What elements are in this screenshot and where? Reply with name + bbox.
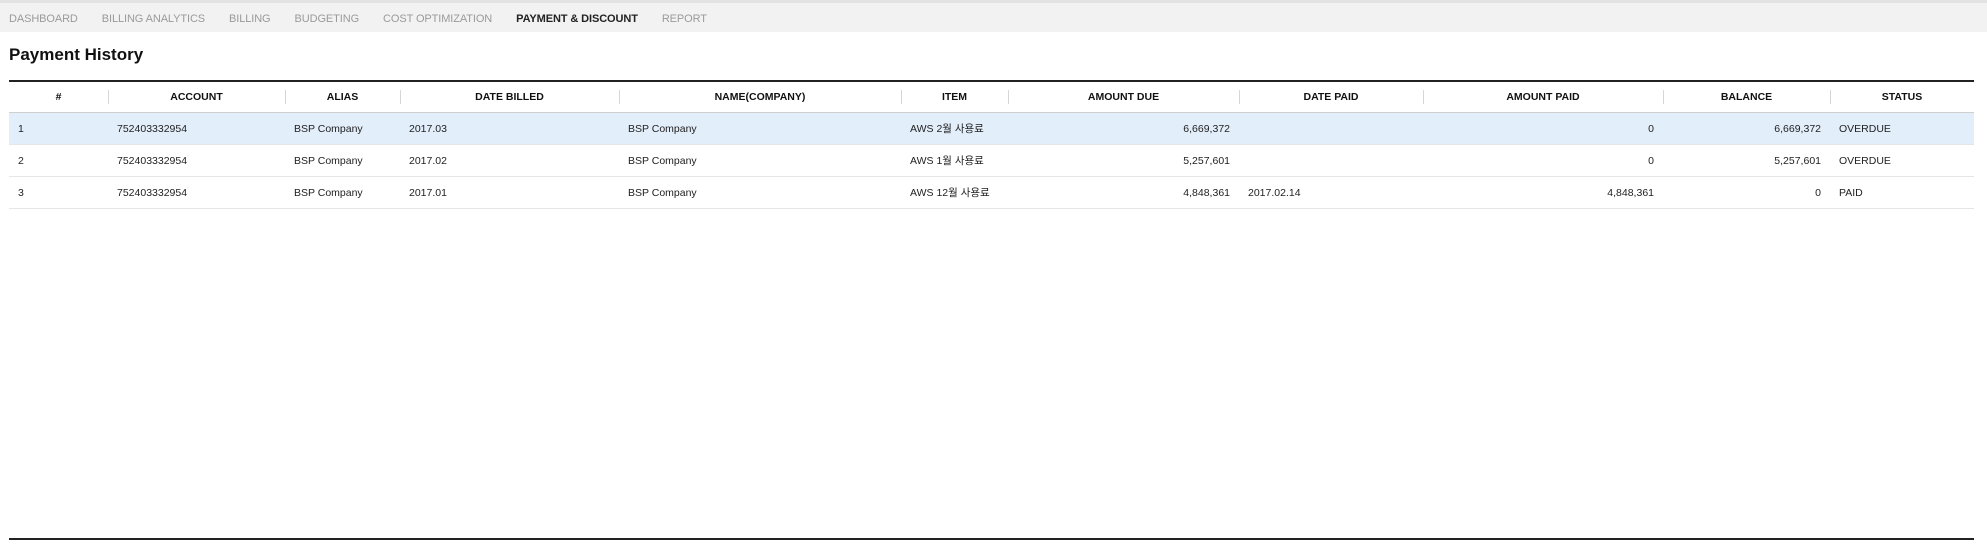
payment-history-table-container: # ACCOUNT ALIAS DATE BILLED NAME(COMPANY… [9, 80, 1974, 540]
column-header-alias[interactable]: ALIAS [285, 82, 400, 113]
cell-date-billed: 2017.02 [400, 144, 619, 177]
cell-item: AWS 12월 사용료 [901, 176, 1008, 209]
nav-item-billing[interactable]: BILLING [229, 13, 271, 25]
cell-amount-due: 4,848,361 [1008, 176, 1239, 209]
cell-date-billed: 2017.01 [400, 176, 619, 209]
table-row[interactable]: 3 752403332954 BSP Company 2017.01 BSP C… [9, 176, 1974, 209]
cell-number: 2 [9, 144, 108, 177]
table-header-row: # ACCOUNT ALIAS DATE BILLED NAME(COMPANY… [9, 82, 1974, 113]
page-title: Payment History [9, 45, 144, 64]
column-header-status[interactable]: STATUS [1830, 82, 1974, 113]
table-row[interactable]: 2 752403332954 BSP Company 2017.02 BSP C… [9, 144, 1974, 177]
column-header-item[interactable]: ITEM [901, 82, 1008, 113]
cell-name-company: BSP Company [619, 176, 901, 209]
cell-amount-paid: 0 [1423, 112, 1663, 145]
cell-amount-due: 6,669,372 [1008, 112, 1239, 145]
cell-date-paid [1239, 144, 1423, 177]
cell-account: 752403332954 [108, 144, 285, 177]
payment-history-table: # ACCOUNT ALIAS DATE BILLED NAME(COMPANY… [9, 82, 1974, 209]
column-header-balance[interactable]: BALANCE [1663, 82, 1830, 113]
cell-amount-paid: 4,848,361 [1423, 176, 1663, 209]
cell-date-paid [1239, 112, 1423, 145]
nav-item-billing-analytics[interactable]: BILLING ANALYTICS [102, 13, 205, 25]
column-header-date-paid[interactable]: DATE PAID [1239, 82, 1423, 113]
column-header-number[interactable]: # [9, 82, 108, 113]
main-nav: DASHBOARD BILLING ANALYTICS BILLING BUDG… [9, 3, 731, 35]
cell-name-company: BSP Company [619, 112, 901, 145]
nav-item-dashboard[interactable]: DASHBOARD [9, 13, 78, 25]
column-header-amount-due[interactable]: AMOUNT DUE [1008, 82, 1239, 113]
cell-item: AWS 2월 사용료 [901, 112, 1008, 145]
column-header-date-billed[interactable]: DATE BILLED [400, 82, 619, 113]
cell-account: 752403332954 [108, 176, 285, 209]
cell-account: 752403332954 [108, 112, 285, 145]
cell-item: AWS 1월 사용료 [901, 144, 1008, 177]
cell-status: OVERDUE [1830, 112, 1974, 145]
cell-amount-paid: 0 [1423, 144, 1663, 177]
cell-date-paid: 2017.02.14 [1239, 176, 1423, 209]
top-navigation-bar: DASHBOARD BILLING ANALYTICS BILLING BUDG… [0, 0, 1987, 32]
cell-balance: 0 [1663, 176, 1830, 209]
column-header-amount-paid[interactable]: AMOUNT PAID [1423, 82, 1663, 113]
cell-number: 3 [9, 176, 108, 209]
cell-number: 1 [9, 112, 108, 145]
nav-item-payment-discount[interactable]: PAYMENT & DISCOUNT [516, 13, 638, 25]
cell-status: PAID [1830, 176, 1974, 209]
cell-alias: BSP Company [285, 112, 400, 145]
cell-alias: BSP Company [285, 176, 400, 209]
table-row[interactable]: 1 752403332954 BSP Company 2017.03 BSP C… [9, 112, 1974, 145]
cell-date-billed: 2017.03 [400, 112, 619, 145]
column-header-name-company[interactable]: NAME(COMPANY) [619, 82, 901, 113]
cell-alias: BSP Company [285, 144, 400, 177]
cell-balance: 5,257,601 [1663, 144, 1830, 177]
cell-name-company: BSP Company [619, 144, 901, 177]
cell-amount-due: 5,257,601 [1008, 144, 1239, 177]
column-header-account[interactable]: ACCOUNT [108, 82, 285, 113]
nav-item-report[interactable]: REPORT [662, 13, 707, 25]
nav-item-cost-optimization[interactable]: COST OPTIMIZATION [383, 13, 492, 25]
nav-item-budgeting[interactable]: BUDGETING [295, 13, 360, 25]
cell-balance: 6,669,372 [1663, 112, 1830, 145]
cell-status: OVERDUE [1830, 144, 1974, 177]
